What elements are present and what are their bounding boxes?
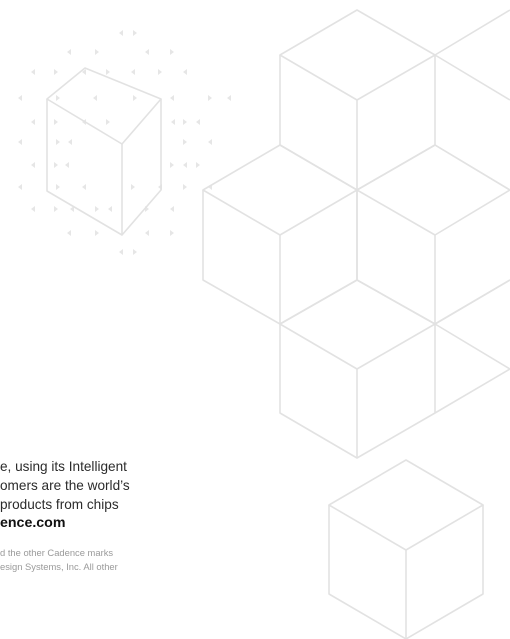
small-arrow-icon (227, 95, 231, 101)
small-arrow-icon (65, 162, 69, 168)
small-arrow-icon (208, 95, 212, 101)
small-arrow-icon (95, 230, 99, 236)
body-text-line-1: e, using its Intelligent (0, 459, 127, 474)
small-arrow-icon (119, 30, 123, 36)
small-arrow-icon (95, 206, 99, 212)
cube-outline-icon (279, 9, 436, 191)
small-arrow-icon (106, 69, 110, 75)
small-arrow-icon (133, 249, 137, 255)
fine-print-line-2: esign Systems, Inc. All other (0, 561, 118, 572)
small-arrow-icon (183, 119, 187, 125)
small-arrow-icon (145, 230, 149, 236)
small-arrow-icon (183, 139, 187, 145)
small-arrow-icon (119, 249, 123, 255)
cube-outline-icon (434, 9, 510, 191)
cube-outline-icon (434, 279, 510, 414)
small-arrow-icon (54, 206, 58, 212)
small-arrow-icon (183, 162, 187, 168)
small-arrow-icon (31, 69, 35, 75)
small-arrow-icon (170, 95, 174, 101)
cube-outline-icon (356, 144, 510, 325)
small-arrow-icon (133, 30, 137, 36)
small-arrow-icon (95, 49, 99, 55)
small-arrow-icon (54, 119, 58, 125)
small-arrow-icon (93, 95, 97, 101)
small-arrow-icon (68, 139, 72, 145)
small-arrow-icon (56, 139, 60, 145)
small-arrow-icon (183, 184, 187, 190)
small-arrow-icon (158, 69, 162, 75)
small-arrow-icon (67, 49, 71, 55)
small-arrow-icon (82, 184, 86, 190)
cube-outline-icon (279, 279, 436, 459)
cube-outline-icon (202, 144, 358, 325)
small-arrow-icon (56, 95, 60, 101)
small-arrow-icon (18, 139, 22, 145)
small-arrow-icon (131, 184, 135, 190)
small-arrow-icon (31, 162, 35, 168)
small-arrow-icon (145, 49, 149, 55)
small-arrow-icon (171, 119, 175, 125)
small-arrow-icon (196, 162, 200, 168)
small-arrow-icon (183, 69, 187, 75)
small-arrow-icon (170, 206, 174, 212)
small-arrow-icon (196, 119, 200, 125)
body-text-line-2: omers are the world’s (0, 478, 130, 493)
small-arrow-icon (54, 162, 58, 168)
small-arrow-icon (170, 162, 174, 168)
small-arrow-icon (108, 206, 112, 212)
small-arrow-icon (170, 230, 174, 236)
cube-outline-icon (46, 67, 162, 236)
decorative-cube-pattern (18, 9, 510, 639)
website-link[interactable]: ence.com (0, 515, 510, 531)
small-arrow-icon (67, 230, 71, 236)
small-arrow-icon (56, 184, 60, 190)
small-arrow-icon (54, 69, 58, 75)
body-text-line-3: products from chips (0, 497, 119, 512)
small-arrow-icon (208, 139, 212, 145)
small-arrow-icon (18, 184, 22, 190)
fine-print-line-1: d the other Cadence marks (0, 547, 114, 558)
small-arrow-icon (131, 69, 135, 75)
small-arrow-icon (170, 49, 174, 55)
small-arrow-icon (133, 95, 137, 101)
small-arrow-icon (18, 95, 22, 101)
small-arrow-icon (106, 119, 110, 125)
arrow-dot-grid (18, 30, 231, 255)
small-arrow-icon (31, 119, 35, 125)
small-arrow-icon (31, 206, 35, 212)
